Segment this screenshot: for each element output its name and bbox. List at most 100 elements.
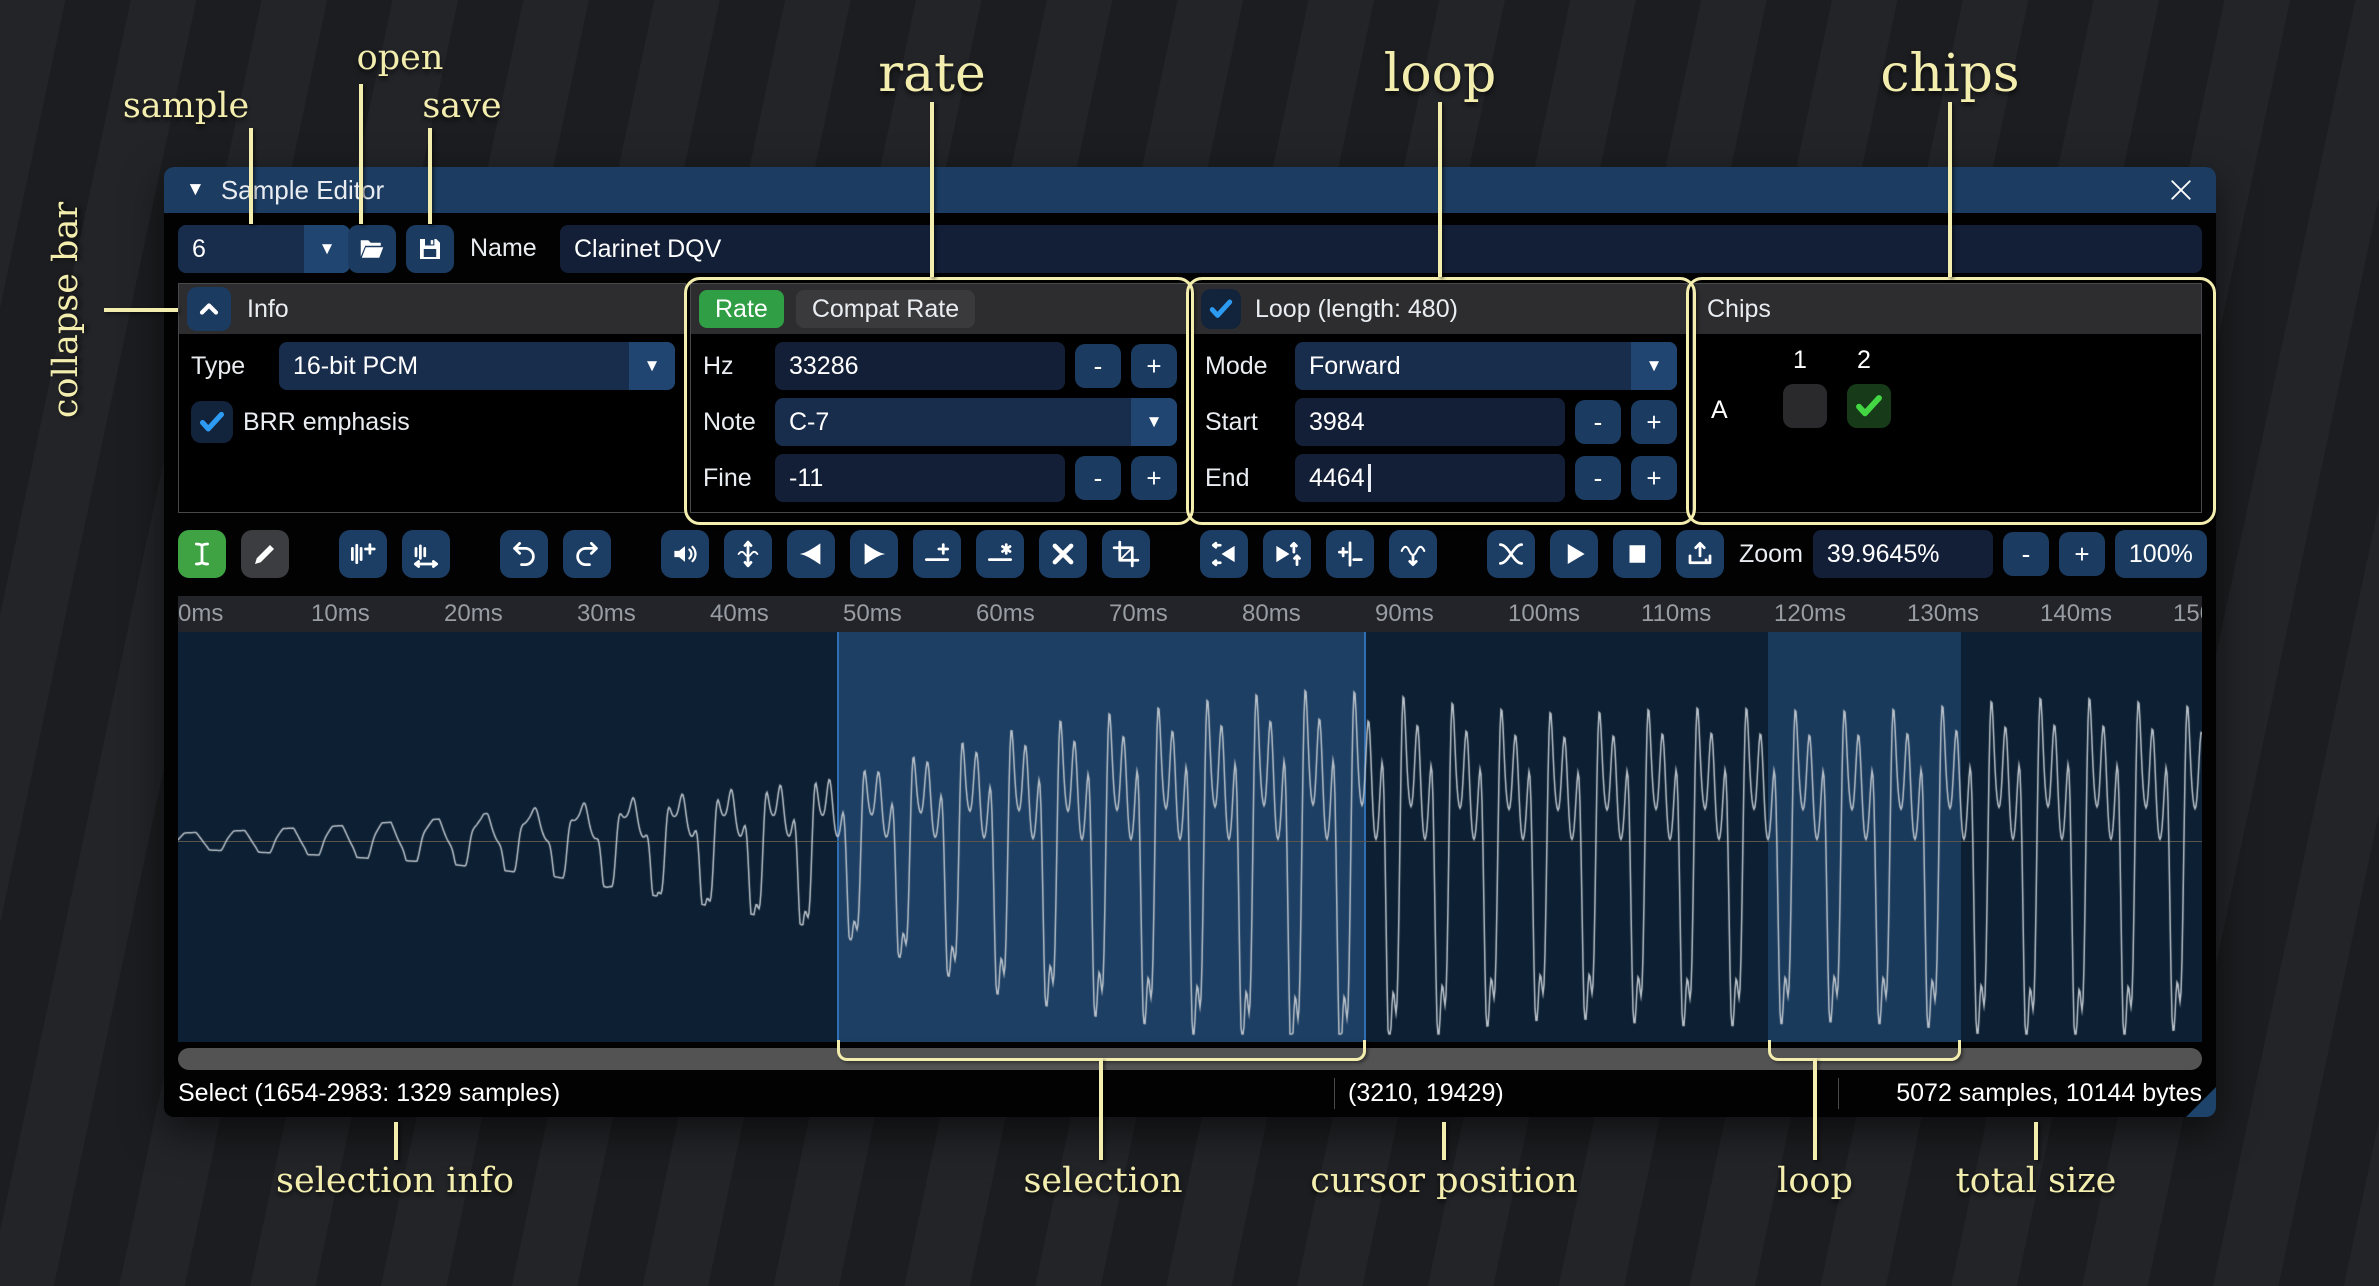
ruler-label: 100ms [1508, 600, 1580, 628]
waveform-canvas[interactable] [178, 632, 2202, 1042]
annotation-sample: sample [123, 86, 249, 126]
collapse-window-icon[interactable]: ▼ [186, 179, 205, 201]
annotation-open: open [357, 38, 444, 78]
type-label: Type [191, 352, 269, 381]
close-icon[interactable] [2166, 175, 2196, 205]
floppy-disk-icon [415, 234, 445, 264]
info-panel: Info Type 16-bit PCM ▼ BRR emphasis [178, 283, 686, 513]
bold-x-icon [1048, 539, 1078, 569]
ruler-label: 10ms [311, 600, 370, 628]
line-plus-icon [922, 539, 952, 569]
trim-button[interactable] [1102, 530, 1150, 578]
dropdown-arrow-icon[interactable]: ▼ [629, 342, 675, 390]
status-separator [1838, 1078, 1839, 1109]
brr-row: BRR emphasis [191, 398, 675, 446]
triangle-left-arrows-icon [1209, 539, 1239, 569]
ruler-label: 60ms [976, 600, 1035, 628]
annotation-cursor-position: cursor position [1310, 1161, 1577, 1201]
annotation-collapse-bar: collapse bar [46, 202, 86, 418]
annotation-save: save [422, 86, 501, 126]
save-button[interactable] [406, 225, 454, 273]
ruler-label: 70ms [1109, 600, 1168, 628]
status-selection-info: Select (1654-2983: 1329 samples) [178, 1070, 560, 1117]
zoom-cluster: Zoom 39.9645% - + 100% [1739, 530, 2207, 578]
edit-mode-draw-button[interactable] [241, 530, 289, 578]
edit-mode-select-button[interactable] [178, 530, 226, 578]
zoom-reset-button[interactable]: 100% [2115, 530, 2207, 578]
annotation-line-chips [1948, 102, 1952, 277]
annotation-line-sample [249, 128, 253, 224]
invert-button[interactable] [1263, 530, 1311, 578]
annotation-total-size: total size [1956, 1161, 2117, 1201]
fade-out-button[interactable] [850, 530, 898, 578]
redo-button[interactable] [563, 530, 611, 578]
ruler-label: 150ms [2173, 600, 2202, 628]
titlebar[interactable]: ▼ Sample Editor [164, 167, 2216, 213]
brr-emphasis-label: BRR emphasis [243, 408, 410, 437]
sample-toolbar: Zoom 39.9645% - + 100% [178, 529, 2202, 579]
collapse-info-button[interactable] [187, 287, 231, 331]
insert-silence-button[interactable] [913, 530, 961, 578]
resample-button[interactable] [402, 530, 450, 578]
apply-silence-button[interactable] [976, 530, 1024, 578]
upload-tray-icon [1685, 539, 1715, 569]
type-row: Type 16-bit PCM ▼ [191, 342, 675, 390]
annotation-chips: chips [1880, 44, 2019, 104]
zoom-out-button[interactable]: - [2003, 532, 2049, 576]
zoom-input[interactable]: 39.9645% [1813, 530, 1993, 578]
play-triangle-icon [1559, 539, 1589, 569]
filter-wave-icon [1398, 539, 1428, 569]
annotation-loop: loop [1384, 44, 1497, 104]
amplify-button[interactable] [661, 530, 709, 578]
normalize-button[interactable] [724, 530, 772, 578]
reverse-button[interactable] [1200, 530, 1248, 578]
annotation-selection-info: selection info [276, 1161, 514, 1201]
dropdown-arrow-icon[interactable]: ▼ [304, 225, 350, 273]
name-input[interactable]: Clarinet DQV [560, 225, 2202, 273]
info-panel-title: Info [247, 295, 289, 324]
delete-button[interactable] [1039, 530, 1087, 578]
annotation-line-open [359, 84, 363, 224]
waveform-view[interactable] [178, 632, 2202, 1042]
fade-in-button[interactable] [787, 530, 835, 578]
resize-button[interactable] [339, 530, 387, 578]
apply-filter-button[interactable] [1389, 530, 1437, 578]
ruler-label: 110ms [1641, 600, 1711, 628]
ruler-label: 120ms [1774, 600, 1846, 628]
type-value: 16-bit PCM [293, 352, 418, 381]
chips-annotation-frame [1686, 277, 2216, 525]
preview-play-button[interactable] [1550, 530, 1598, 578]
resize-grip[interactable] [2186, 1087, 2216, 1117]
status-separator [1334, 1078, 1335, 1109]
crossfade-loop-button[interactable] [1487, 530, 1535, 578]
zoom-in-button[interactable]: + [2059, 532, 2105, 576]
ruler-label: 130ms [1907, 600, 1979, 628]
sample-selector[interactable]: 6 ▼ [178, 225, 350, 273]
brr-emphasis-checkbox[interactable] [191, 401, 233, 443]
preview-stop-button[interactable] [1613, 530, 1661, 578]
annotation-line-loop [1438, 102, 1442, 277]
time-ruler[interactable]: 0ms10ms20ms30ms40ms50ms60ms70ms80ms90ms1… [178, 596, 2202, 632]
ruler-label: 50ms [843, 600, 902, 628]
annotation-line-collapse-bar [104, 308, 178, 312]
plus-minus-line-icon [1335, 539, 1365, 569]
crop-icon [1111, 539, 1141, 569]
page-background: ▼ Sample Editor 6 ▼ Name Clarinet DQV [0, 0, 2379, 1286]
annotation-line-cursor-position [1442, 1122, 1446, 1160]
name-label: Name [470, 234, 537, 263]
pencil-icon [250, 539, 280, 569]
triangle-right-arrows-icon [1272, 539, 1302, 569]
signed-unsigned-button[interactable] [1326, 530, 1374, 578]
wave-arrows-icon [411, 539, 441, 569]
open-button[interactable] [348, 225, 396, 273]
crossed-curves-icon [1496, 539, 1526, 569]
ruler-label: 20ms [444, 600, 503, 628]
type-select[interactable]: 16-bit PCM ▼ [279, 342, 675, 390]
redo-arrow-icon [572, 539, 602, 569]
i-beam-cursor-icon [187, 539, 217, 569]
ruler-label: 30ms [577, 600, 636, 628]
undo-button[interactable] [500, 530, 548, 578]
ruler-label: 80ms [1242, 600, 1301, 628]
create-instrument-button[interactable] [1676, 530, 1724, 578]
annotation-line-loop-bottom [1813, 1058, 1817, 1160]
